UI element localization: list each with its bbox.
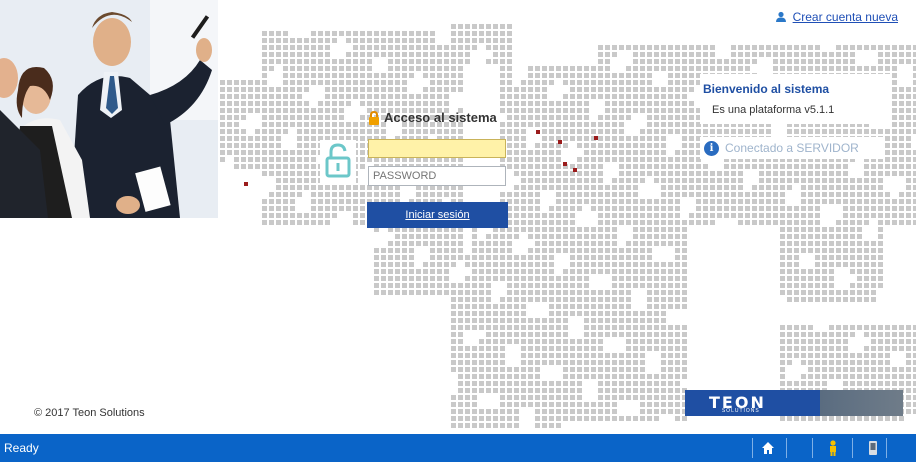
header-photo [0, 0, 218, 218]
status-divider [752, 438, 753, 458]
brand-tagline: SOLUTIONS [721, 408, 760, 414]
device-icon[interactable] [864, 439, 882, 457]
login-button[interactable]: Iniciar sesión [367, 202, 508, 228]
status-text: Ready [4, 441, 39, 455]
status-divider [852, 438, 853, 458]
connection-status-text: Conectado a SERVIDOR [725, 141, 859, 155]
home-icon[interactable] [759, 439, 777, 457]
user-add-icon [775, 11, 787, 23]
login-panel: Acceso al sistema [368, 110, 508, 125]
password-input[interactable] [368, 166, 506, 186]
unlock-icon [318, 140, 358, 184]
brand-logo: TEON SOLUTIONS [685, 390, 903, 416]
welcome-title: Bienvenido al sistema [703, 82, 830, 96]
login-title: Acceso al sistema [368, 110, 508, 125]
status-divider [786, 438, 787, 458]
username-input[interactable] [368, 139, 506, 158]
person-icon[interactable] [824, 439, 842, 457]
info-icon: i [704, 140, 719, 156]
create-account-link[interactable]: Crear cuenta nueva [775, 10, 898, 24]
connection-status: i Conectado a SERVIDOR [700, 137, 884, 159]
create-account-label: Crear cuenta nueva [792, 10, 898, 24]
welcome-panel: Bienvenido al sistema Es una plataforma … [700, 74, 890, 124]
version-text: Es una plataforma v5.1.1 [712, 104, 835, 116]
copyright-text: © 2017 Teon Solutions [34, 407, 145, 419]
lock-icon [368, 110, 380, 125]
status-divider [886, 438, 887, 458]
status-bar: Ready [0, 434, 916, 462]
login-title-text: Acceso al sistema [384, 110, 497, 125]
status-divider [812, 438, 813, 458]
